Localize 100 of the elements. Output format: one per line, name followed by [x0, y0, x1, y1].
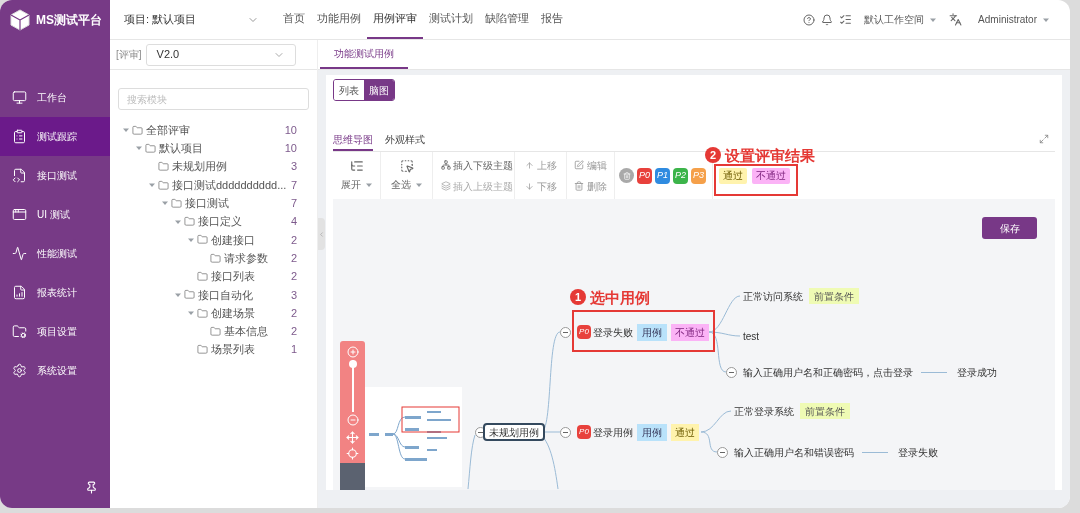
- trash-icon: [622, 171, 631, 180]
- tree-count: 2: [290, 250, 297, 266]
- zoom-in-icon[interactable]: [346, 346, 359, 358]
- edit-icon: [574, 160, 584, 170]
- arrow-down-icon: [524, 181, 534, 191]
- nav-tab[interactable]: 功能用例: [311, 0, 367, 39]
- collapse-handle[interactable]: [318, 218, 325, 250]
- bell-icon[interactable]: [821, 13, 834, 26]
- nav-tab[interactable]: 报告: [535, 0, 569, 39]
- expected-text[interactable]: 登录成功: [957, 364, 997, 380]
- tree-item-label[interactable]: 全部评审: [146, 121, 190, 139]
- result-button[interactable]: 通过: [719, 167, 747, 184]
- help-icon[interactable]: [803, 13, 816, 26]
- nav-tab[interactable]: 测试计划: [423, 0, 479, 39]
- review-result: 不通过: [671, 323, 709, 341]
- case-tag: 用例: [637, 423, 667, 441]
- tree-item-label[interactable]: 接口列表: [211, 268, 255, 285]
- tree-item-label[interactable]: 未规划用例: [172, 158, 227, 175]
- tree-item-label[interactable]: 基本信息: [224, 323, 268, 340]
- step-text[interactable]: 输入正确用户名和正确密码，点击登录: [743, 364, 913, 380]
- tree-item-label[interactable]: 接口自动化: [198, 286, 253, 304]
- pin-icon[interactable]: [85, 481, 98, 494]
- case-tag: 用例: [637, 323, 667, 341]
- sidebar-item[interactable]: 报表统计: [0, 273, 110, 312]
- annotation-text: 选中用例: [590, 289, 650, 305]
- folder-icon: [210, 252, 221, 264]
- select-icon[interactable]: [399, 159, 414, 173]
- sidebar-item[interactable]: 接口测试: [0, 156, 110, 195]
- insert-child-button[interactable]: 插入下级主题: [441, 157, 514, 173]
- nav-tab[interactable]: 用例评审: [367, 0, 423, 39]
- insert-child-icon: [441, 160, 451, 170]
- fullscreen-icon[interactable]: [1039, 134, 1049, 144]
- tree-count: 2: [290, 324, 297, 340]
- priority-button[interactable]: P0: [637, 167, 652, 184]
- folder-icon: [158, 179, 169, 191]
- connector-line: [862, 451, 888, 453]
- priority-badge: P0: [577, 425, 591, 439]
- editor-tab[interactable]: 思维导图: [333, 130, 373, 151]
- sidebar-item[interactable]: 性能测试: [0, 234, 110, 273]
- folder-icon: [197, 307, 208, 319]
- checklist-icon[interactable]: [839, 13, 853, 26]
- tree-item-label[interactable]: 接口测试dddddddddd...: [172, 176, 287, 194]
- move-icon[interactable]: [346, 431, 359, 444]
- select-all-button[interactable]: 全选: [390, 177, 423, 192]
- root-node[interactable]: 未规划用例: [483, 423, 545, 441]
- step-text[interactable]: test: [743, 328, 760, 344]
- workspace-select[interactable]: 默认工作空间: [864, 12, 938, 27]
- tree-item-label[interactable]: 场景列表: [211, 341, 255, 358]
- tree-count: 7: [290, 196, 297, 212]
- sidebar-item[interactable]: 项目设置: [0, 312, 110, 351]
- expand-button[interactable]: 展开: [340, 177, 373, 192]
- expand-icon[interactable]: [349, 159, 364, 173]
- sidebar-item-icon: [12, 129, 27, 144]
- collapse-icon[interactable]: [716, 446, 728, 458]
- folder-icon: [210, 325, 221, 337]
- tree-item-label[interactable]: 创建接口: [211, 231, 255, 249]
- sidebar-item[interactable]: 工作台: [0, 78, 110, 117]
- collapse-icon[interactable]: [559, 426, 571, 438]
- tree-item-label[interactable]: 接口测试: [185, 195, 229, 212]
- tree-item-label[interactable]: 接口定义: [198, 213, 242, 230]
- locate-icon[interactable]: [346, 447, 359, 460]
- step-text[interactable]: 正常访问系统: [743, 288, 803, 304]
- clear-priority-button[interactable]: [619, 168, 634, 183]
- priority-button[interactable]: P1: [655, 167, 670, 184]
- folder-icon: [184, 216, 195, 228]
- sidebar-item[interactable]: 系统设置: [0, 351, 110, 390]
- zoom-slider-track[interactable]: [351, 360, 354, 412]
- case-title[interactable]: 登录用例: [593, 424, 635, 440]
- save-button[interactable]: 保存: [982, 217, 1037, 239]
- tree-item-label[interactable]: 默认项目: [159, 140, 203, 157]
- version-select[interactable]: V2.0: [145, 43, 296, 66]
- sidebar-item[interactable]: 测试跟踪: [0, 117, 110, 156]
- trash-icon: [574, 181, 584, 191]
- tree-item-label[interactable]: 创建场景: [211, 304, 255, 322]
- nav-tab[interactable]: 缺陷管理: [479, 0, 535, 39]
- collapse-icon[interactable]: [559, 326, 571, 338]
- collapse-icon[interactable]: [725, 366, 737, 378]
- step-text[interactable]: 正常登录系统: [734, 403, 794, 419]
- tree-count: 4: [290, 214, 297, 230]
- tree-count: 3: [290, 287, 297, 303]
- case-title[interactable]: 登录失败: [593, 324, 635, 340]
- folder-icon: [184, 289, 195, 301]
- annotation-text: 设置评审结果: [725, 147, 815, 163]
- project-select[interactable]: 项目: 默认项目: [124, 11, 259, 28]
- result-button[interactable]: 不通过: [752, 167, 790, 184]
- review-label: [评审]: [116, 48, 142, 62]
- editor-tab[interactable]: 外观样式: [385, 130, 425, 151]
- tree-count: 10: [284, 122, 297, 138]
- nav-tab[interactable]: 首页: [277, 0, 311, 39]
- step-text[interactable]: 输入正确用户名和错误密码: [734, 444, 854, 460]
- zoom-out-icon[interactable]: [346, 414, 359, 426]
- expected-text[interactable]: 登录失败: [898, 444, 938, 460]
- tree-item-label[interactable]: 请求参数: [224, 249, 268, 267]
- step-tag: 前置条件: [809, 288, 859, 304]
- sidebar-item[interactable]: UI 测试: [0, 195, 110, 234]
- zoom-slider-thumb[interactable]: [348, 360, 357, 368]
- user-menu[interactable]: Administrator: [978, 12, 1050, 27]
- language-icon[interactable]: [949, 13, 963, 26]
- branch-line: [467, 434, 476, 489]
- view-toggle-button[interactable]: 脑图: [364, 80, 394, 100]
